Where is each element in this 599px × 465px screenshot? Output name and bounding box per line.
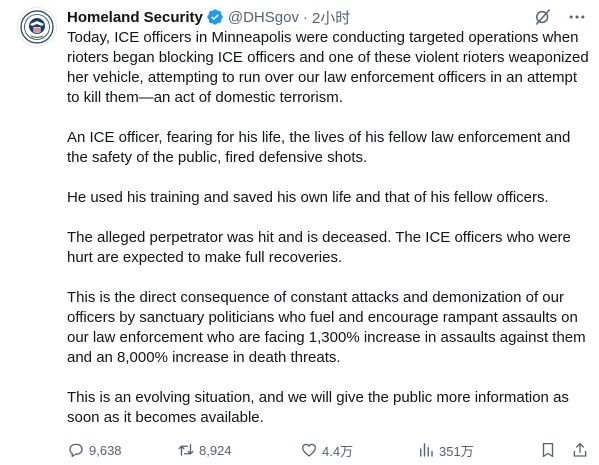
like-count: 4.4万 xyxy=(322,443,354,459)
grok-icon[interactable] xyxy=(533,7,553,27)
repost-count: 8,924 xyxy=(199,442,232,458)
avatar[interactable] xyxy=(17,7,57,47)
header-actions xyxy=(533,7,587,27)
dhs-seal-icon xyxy=(20,10,54,44)
tweet-paragraph: An ICE officer, fearing for his life, th… xyxy=(67,129,571,166)
tweet-paragraph: This is an evolving situation, and we wi… xyxy=(67,389,569,426)
tweet-header: Homeland Security @DHSgov · 2小时 xyxy=(67,6,587,28)
share-button[interactable] xyxy=(571,441,589,459)
bookmark-icon xyxy=(542,442,554,458)
tweet-paragraph: Today, ICE officers in Minneapolis were … xyxy=(67,29,589,106)
tweet-paragraph: The alleged perpetrator was hit and is d… xyxy=(67,229,571,266)
heart-icon xyxy=(301,443,317,457)
tweet-paragraph: This is the direct consequence of consta… xyxy=(67,289,586,366)
repost-icon xyxy=(178,444,194,456)
views-button[interactable]: 351万 xyxy=(417,441,474,460)
timestamp[interactable]: 2小时 xyxy=(312,7,350,28)
like-button[interactable]: 4.4万 xyxy=(300,441,353,460)
reply-count: 9,638 xyxy=(89,442,122,458)
verified-badge-icon xyxy=(206,8,224,26)
author-handle[interactable]: @DHSgov xyxy=(228,9,299,26)
views-count: 351万 xyxy=(439,443,474,459)
repost-button[interactable]: 8,924 xyxy=(177,441,232,459)
separator-dot: · xyxy=(302,8,308,26)
more-icon[interactable] xyxy=(567,7,587,27)
bookmark-button[interactable] xyxy=(539,441,557,459)
author-name[interactable]: Homeland Security xyxy=(67,9,203,26)
tweet-text: Today, ICE officers in Minneapolis were … xyxy=(67,28,589,448)
tweet-actions: 9,638 8,924 4.4万 351万 xyxy=(67,440,587,460)
tweet-paragraph: He used his training and saved his own l… xyxy=(67,189,549,206)
reply-button[interactable]: 9,638 xyxy=(67,441,122,459)
reply-icon xyxy=(69,443,83,458)
share-icon xyxy=(573,442,587,457)
views-icon xyxy=(420,443,433,457)
